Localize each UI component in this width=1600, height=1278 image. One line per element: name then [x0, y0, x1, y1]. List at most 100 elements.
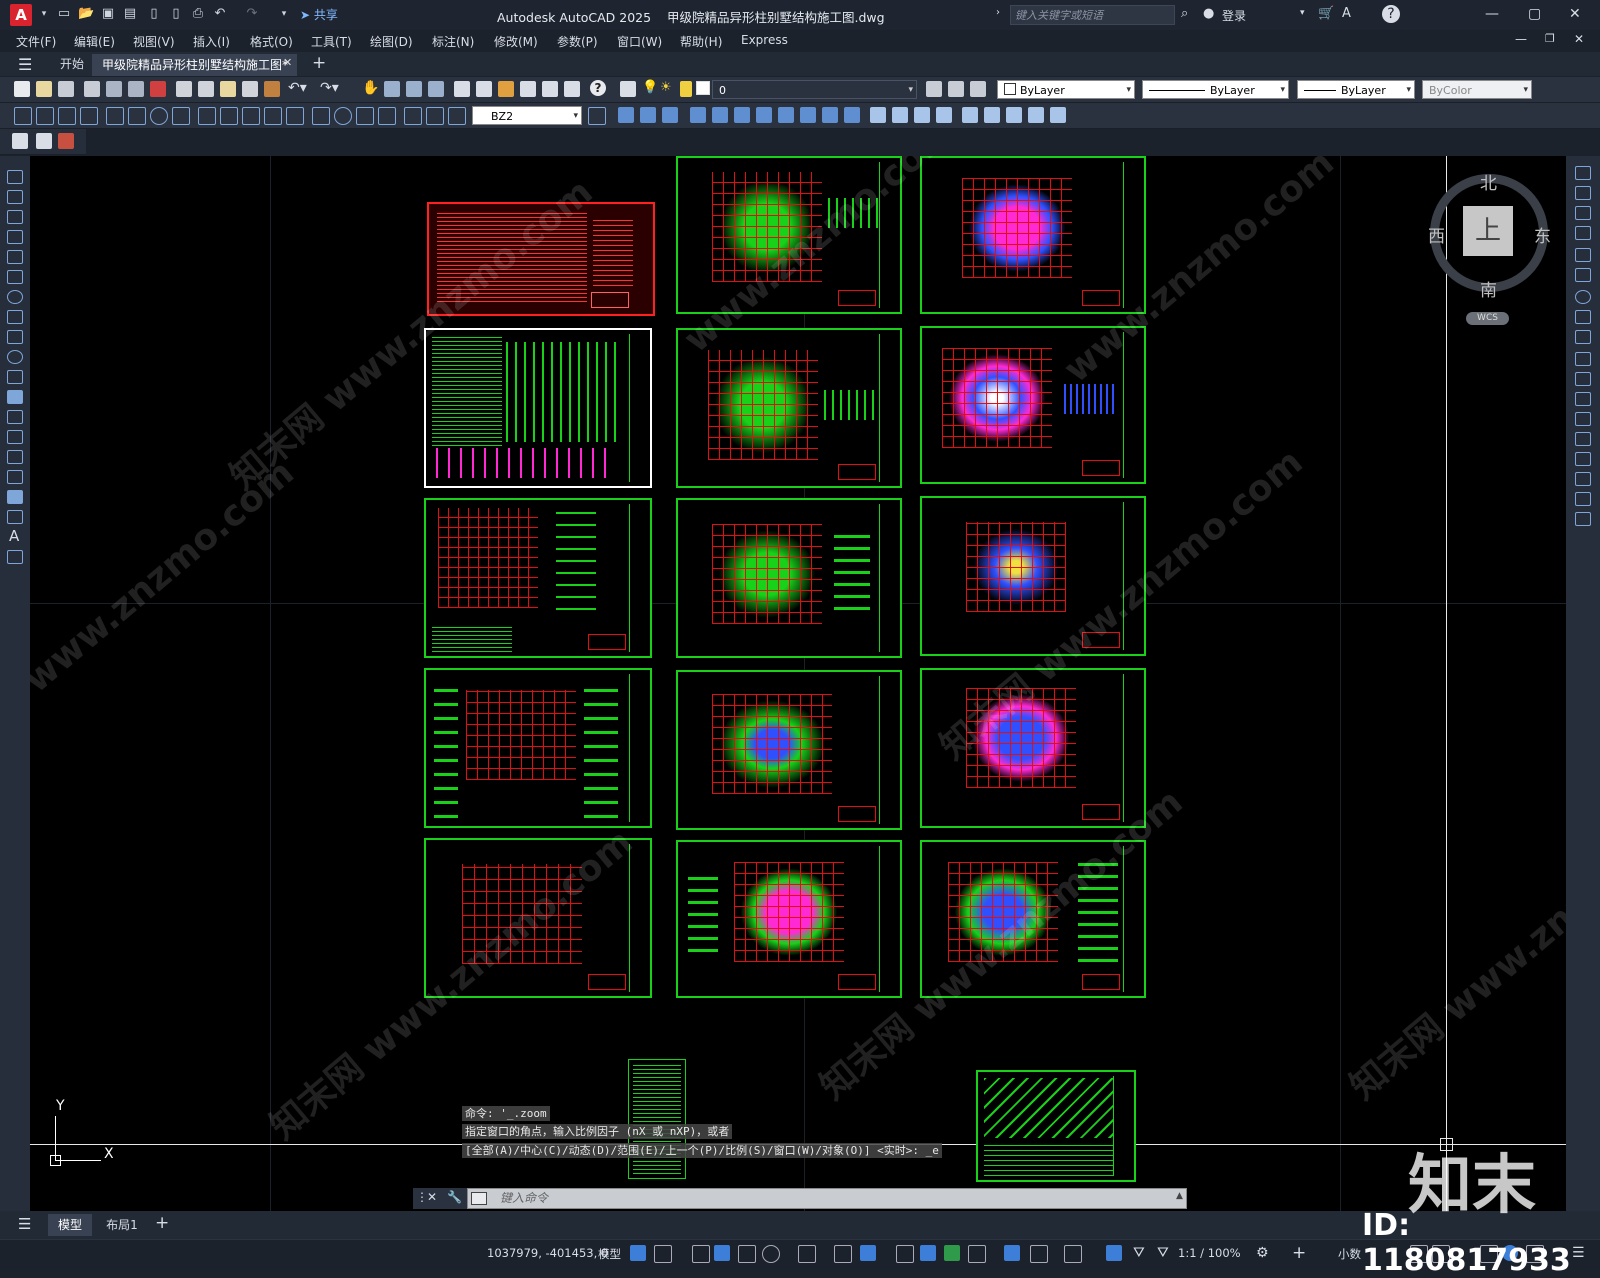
layer-on-bulb-icon[interactable]: 💡 — [642, 80, 658, 95]
drawing-sheet-details[interactable] — [424, 328, 652, 488]
fillet-icon[interactable] — [1575, 472, 1591, 486]
command-history-expand-icon[interactable]: ▲ — [1176, 1191, 1183, 1201]
command-close-icon[interactable]: ✕ — [427, 1190, 437, 1204]
menu-insert[interactable]: 插入(I) — [193, 33, 230, 50]
radius-dim-icon[interactable] — [106, 107, 124, 125]
command-input[interactable]: 键入命令 — [467, 1188, 1187, 1209]
annotation-scale-icon[interactable]: ⛛ — [1157, 1245, 1169, 1261]
move-icon[interactable] — [1575, 268, 1591, 282]
save-icon[interactable]: ▣ — [100, 6, 116, 22]
dynamic-input-icon[interactable] — [714, 1245, 730, 1261]
arc-length-dim-icon[interactable] — [58, 107, 76, 125]
coordinate-readout[interactable]: 1037979, -401453, 0 — [487, 1246, 608, 1260]
login-chevron-icon[interactable]: ▾ — [1300, 8, 1305, 18]
snap-mode-icon[interactable] — [654, 1245, 672, 1263]
tab-model[interactable]: 模型 — [48, 1214, 92, 1236]
gizmo-icon[interactable] — [1064, 1245, 1082, 1263]
trim-icon[interactable] — [1575, 352, 1591, 366]
dwf-icon[interactable] — [150, 81, 166, 97]
dim-space-icon[interactable] — [264, 107, 282, 125]
plot-preview-icon[interactable] — [106, 81, 122, 97]
workspace-gear-icon[interactable]: ⚙ — [1256, 1245, 1269, 1261]
erase-icon[interactable] — [1575, 166, 1591, 180]
model-space-toggle[interactable]: 模型 — [598, 1246, 621, 1262]
rotate-icon[interactable] — [1575, 290, 1591, 304]
design-center-icon[interactable] — [476, 81, 492, 97]
menu-dimension[interactable]: 标注(N) — [432, 33, 474, 50]
paste-icon[interactable] — [220, 81, 236, 97]
customize-qat-icon[interactable]: ▾ — [276, 6, 292, 22]
menu-format[interactable]: 格式(O) — [250, 33, 293, 50]
explode-icon[interactable] — [1575, 512, 1591, 526]
break-point-icon[interactable] — [1575, 392, 1591, 406]
pan-icon[interactable]: ✋ — [362, 80, 379, 96]
ucs-face-icon[interactable] — [1028, 107, 1044, 123]
menu-tools[interactable]: 工具(T) — [311, 33, 352, 50]
open-web-icon[interactable]: ▯ — [146, 6, 162, 22]
polar-tracking-icon[interactable] — [762, 1245, 780, 1263]
circle-icon[interactable] — [7, 290, 23, 304]
viewcube-east[interactable]: 东 — [1534, 222, 1551, 247]
region-icon[interactable] — [7, 490, 23, 504]
tab-close-icon[interactable]: ✕ — [283, 56, 292, 69]
lineweight-combo[interactable]: ByLayer ▾ — [1297, 80, 1415, 99]
linetype-combo[interactable]: ByLayer ▾ — [1142, 80, 1289, 99]
command-customize-icon[interactable]: 🔧 — [447, 1190, 462, 1204]
plotstyle-combo[interactable]: ByColor ▾ — [1422, 80, 1532, 99]
scale-icon[interactable] — [1575, 310, 1591, 324]
annotation-scale-value[interactable]: 1:1 / 100% — [1178, 1246, 1241, 1260]
menu-file[interactable]: 文件(F) — [16, 33, 56, 50]
linear-dim-icon[interactable] — [14, 107, 32, 125]
dynamic-ucs-icon[interactable] — [1004, 1245, 1020, 1261]
drawing-sheet-index-table[interactable] — [628, 1059, 686, 1179]
object-snap-icon[interactable] — [860, 1245, 876, 1261]
polygon-icon[interactable] — [7, 230, 23, 244]
menu-edit[interactable]: 编辑(E) — [74, 33, 115, 50]
jogged-linear-icon[interactable] — [378, 107, 396, 125]
array-icon[interactable] — [1575, 248, 1591, 262]
view-ne-iso-icon[interactable] — [800, 107, 816, 123]
selection-filter-icon[interactable] — [1030, 1245, 1048, 1263]
plot-toolbar-icon[interactable] — [84, 81, 100, 97]
ellipse-icon[interactable] — [7, 350, 23, 364]
layer-thaw-sun-icon[interactable]: ☀ — [660, 80, 672, 95]
search-expand-icon[interactable]: › — [996, 7, 1000, 18]
dim-style-manager-icon[interactable] — [588, 107, 606, 125]
visual-style-realistic-icon[interactable] — [936, 107, 952, 123]
attribute-display-icon[interactable] — [36, 133, 52, 149]
user-icon[interactable]: ● — [1203, 6, 1214, 21]
offset-icon[interactable] — [1575, 226, 1591, 240]
layout-menu-icon[interactable]: ☰ — [18, 1215, 31, 1233]
markup-icon[interactable] — [542, 81, 558, 97]
quickcalc-icon[interactable] — [564, 81, 580, 97]
3d-osnap-icon[interactable] — [968, 1245, 986, 1263]
construction-line-icon[interactable] — [7, 190, 23, 204]
jogged-dim-icon[interactable] — [128, 107, 146, 125]
tool-palettes-icon[interactable] — [498, 81, 514, 97]
add-layout-icon[interactable]: + — [155, 1213, 169, 1233]
zoom-window-icon[interactable] — [406, 81, 422, 97]
viewcube-top-face[interactable]: 上 — [1463, 206, 1513, 256]
view-front-icon[interactable] — [712, 107, 728, 123]
object-snap-tracking-icon[interactable] — [834, 1245, 852, 1263]
close-window-icon[interactable]: ✕ — [1569, 6, 1581, 22]
new-tab-icon[interactable]: + — [312, 53, 326, 73]
share-button[interactable]: ➤ 共享 — [300, 6, 338, 23]
properties-icon[interactable] — [454, 81, 470, 97]
diameter-dim-icon[interactable] — [150, 107, 168, 125]
visual-style-2d-icon[interactable] — [870, 107, 886, 123]
break-icon[interactable] — [1575, 412, 1591, 426]
hatch-icon[interactable] — [7, 450, 23, 464]
autodesk-account-icon[interactable]: A — [1342, 6, 1351, 21]
hamburger-menu-icon[interactable]: ☰ — [18, 55, 32, 74]
drawing-sheet-plan-6[interactable] — [920, 156, 1146, 314]
minimize-window-icon[interactable]: — — [1485, 6, 1499, 22]
dim-text-edit-icon[interactable] — [426, 107, 444, 125]
autocad-logo-icon[interactable]: A — [10, 4, 32, 26]
dim-update-icon[interactable] — [448, 107, 466, 125]
layer-properties-icon[interactable] — [620, 81, 636, 97]
drawing-sheet-plan-4[interactable] — [676, 670, 902, 830]
block-attribute-manager-icon[interactable] — [58, 133, 74, 149]
infer-constraints-icon[interactable] — [692, 1245, 710, 1263]
view-back-icon[interactable] — [734, 107, 750, 123]
